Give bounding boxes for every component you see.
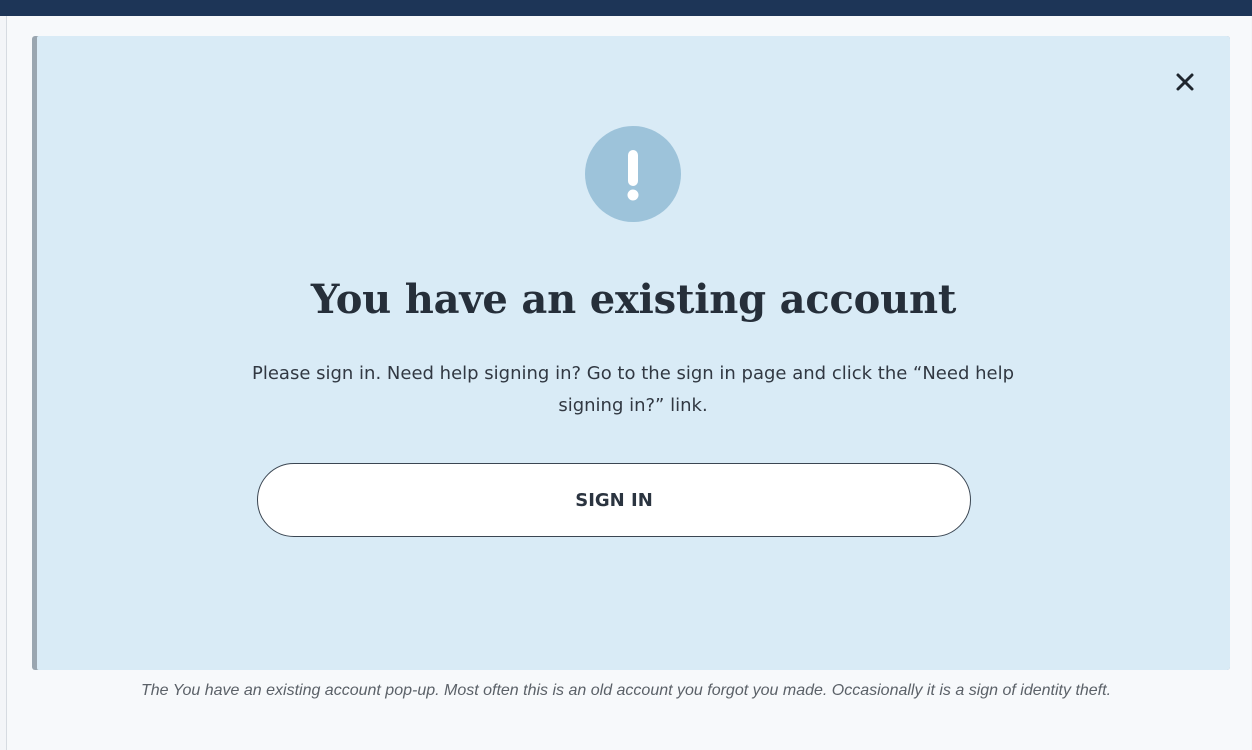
- sign-in-button[interactable]: SIGN IN: [257, 463, 971, 537]
- close-button[interactable]: [1171, 68, 1199, 96]
- close-icon: [1176, 73, 1194, 91]
- alert-badge: [585, 126, 681, 222]
- figure-caption: The You have an existing account pop-up.…: [140, 682, 1112, 699]
- modal-message: Please sign in. Need help signing in? Go…: [251, 363, 1015, 416]
- exclamation-icon: [627, 150, 639, 201]
- existing-account-modal: You have an existing account Please sign…: [37, 36, 1230, 670]
- top-header-bar: [0, 0, 1252, 16]
- screenshot-frame: You have an existing account Please sign…: [32, 36, 1230, 670]
- modal-title: You have an existing account: [310, 276, 957, 323]
